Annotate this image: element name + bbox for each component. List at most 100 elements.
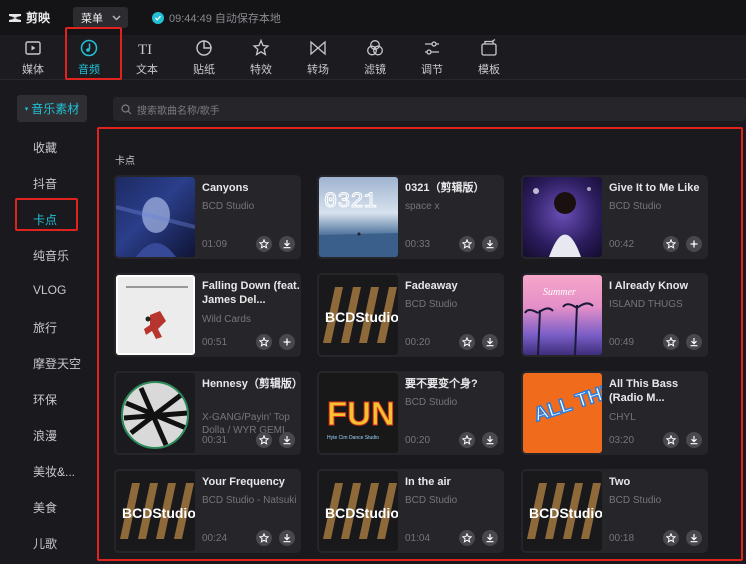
favorite-button[interactable]: [459, 530, 475, 546]
sidebar-item-eco[interactable]: 环保: [33, 391, 57, 408]
capcut-logo-icon: [9, 13, 21, 22]
tab-template[interactable]: 模板: [467, 38, 511, 78]
tab-label: 转场: [307, 64, 329, 76]
menu-label: 菜单: [81, 12, 103, 25]
sidebar-item-douyin[interactable]: 抖音: [33, 175, 57, 192]
favorite-button[interactable]: [459, 432, 475, 448]
album-cover: FUN Hyte Cim Dance Studio: [319, 373, 398, 453]
track-card[interactable]: Hennesy（剪辑版） X-GANG/Payin' Top Dolla / W…: [114, 371, 301, 455]
track-artist: BCD Studio: [609, 201, 662, 212]
template-icon: [481, 38, 497, 56]
download-button[interactable]: [482, 432, 498, 448]
download-button[interactable]: [279, 432, 295, 448]
download-button[interactable]: [482, 334, 498, 350]
track-duration: 00:24: [202, 533, 228, 544]
app-name: 剪映: [26, 11, 51, 25]
download-icon: [283, 436, 291, 445]
sidebar-item-kids[interactable]: 儿歌: [33, 535, 57, 552]
svg-text:TI: TI: [138, 42, 152, 58]
sidebar-item-romance[interactable]: 浪漫: [33, 427, 57, 444]
tab-text[interactable]: TI 文本: [125, 38, 169, 78]
tab-label: 模板: [478, 64, 500, 76]
tab-transition[interactable]: 转场: [296, 38, 340, 78]
tab-adjust[interactable]: 调节: [410, 38, 454, 78]
sidebar-item-beauty[interactable]: 美妆&...: [33, 463, 75, 480]
tab-label: 滤镜: [364, 64, 386, 76]
sticker-icon: [196, 40, 212, 56]
sidebar-item-travel[interactable]: 旅行: [33, 319, 57, 336]
track-duration: 00:20: [405, 435, 431, 446]
album-cover: BCDStudio: [319, 275, 398, 355]
favorite-button[interactable]: [663, 432, 679, 448]
album-cover: [523, 177, 602, 257]
add-button[interactable]: [279, 334, 295, 350]
download-button[interactable]: [482, 530, 498, 546]
star-icon: [462, 239, 472, 249]
track-artist: BCD Studio: [405, 495, 458, 506]
track-card[interactable]: Give It to Me Like BCD Studio 00:42: [521, 175, 708, 259]
download-button[interactable]: [482, 236, 498, 252]
track-card[interactable]: 0321 0321（剪辑版） space x 00:33: [317, 175, 504, 259]
plus-icon: [283, 338, 291, 346]
track-artist: Wild Cards: [202, 314, 251, 325]
bcd-logo-text: BCDStudio: [325, 505, 398, 521]
download-icon: [486, 436, 494, 445]
track-card[interactable]: FUN Hyte Cim Dance Studio 要不要变个身? BCD Stu…: [317, 371, 504, 455]
favorite-button[interactable]: [256, 530, 272, 546]
star-icon: [259, 337, 269, 347]
search-input[interactable]: 搜索歌曲名称/歌手: [113, 97, 746, 121]
beat-sync-highlight: [15, 198, 78, 231]
favorite-button[interactable]: [256, 432, 272, 448]
tab-media[interactable]: 媒体: [11, 38, 55, 78]
star-icon: [462, 337, 472, 347]
music-library-header[interactable]: ▾ 音乐素材: [17, 95, 87, 122]
download-button[interactable]: [686, 432, 702, 448]
app-logo: 剪映: [8, 9, 50, 26]
track-duration: 00:18: [609, 533, 635, 544]
sidebar-item-vlog[interactable]: VLOG: [33, 283, 66, 297]
sidebar-item-pure-music[interactable]: 纯音乐: [33, 247, 69, 264]
track-title: Give It to Me Like: [609, 182, 700, 194]
track-card[interactable]: BCDStudio In the air BCD Studio 01:04: [317, 469, 504, 553]
download-button[interactable]: [279, 530, 295, 546]
favorite-button[interactable]: [663, 236, 679, 252]
star-icon: [462, 435, 472, 445]
track-card[interactable]: BCDStudio Two BCD Studio 00:18: [521, 469, 708, 553]
menu-dropdown[interactable]: 菜单: [73, 7, 128, 28]
track-card[interactable]: ALL THIS BASS All This Bass (Radio M... …: [521, 371, 708, 455]
download-button[interactable]: [686, 334, 702, 350]
cover-text: ALL THIS BASS: [531, 373, 602, 426]
track-artist: BCD Studio: [405, 397, 458, 408]
search-placeholder: 搜索歌曲名称/歌手: [137, 105, 220, 117]
download-button[interactable]: [279, 236, 295, 252]
audio-tab-highlight: [65, 27, 122, 80]
effects-icon: [252, 38, 270, 56]
track-duration: 00:20: [405, 337, 431, 348]
track-title: 0321（剪辑版）: [405, 182, 485, 194]
track-card[interactable]: BCDStudio Your Frequency BCD Studio - Na…: [114, 469, 301, 553]
sidebar-item-favorites[interactable]: 收藏: [33, 139, 57, 156]
download-icon: [283, 240, 291, 249]
tab-effects[interactable]: 特效: [239, 38, 283, 78]
favorite-button[interactable]: [663, 334, 679, 350]
track-duration: 03:20: [609, 435, 635, 446]
favorite-button[interactable]: [459, 236, 475, 252]
track-duration: 00:51: [202, 337, 228, 348]
track-card[interactable]: Canyons BCD Studio 01:09: [114, 175, 301, 259]
track-card[interactable]: Falling Down (feat. James Del... Wild Ca…: [114, 273, 301, 357]
album-cover: BCDStudio: [116, 471, 195, 551]
track-card[interactable]: BCDStudio Fadeaway BCD Studio 00:20: [317, 273, 504, 357]
add-button[interactable]: [686, 236, 702, 252]
text-icon: TI: [138, 42, 152, 58]
favorite-button[interactable]: [256, 236, 272, 252]
sidebar-item-food[interactable]: 美食: [33, 499, 57, 516]
sidebar-item-modern-sky[interactable]: 摩登天空: [33, 355, 81, 372]
favorite-button[interactable]: [256, 334, 272, 350]
plus-icon: [690, 240, 698, 248]
tab-filter[interactable]: 滤镜: [353, 38, 397, 78]
download-button[interactable]: [686, 530, 702, 546]
favorite-button[interactable]: [663, 530, 679, 546]
track-card[interactable]: Summer I Already Know ISLAND THUGS 00:49: [521, 273, 708, 357]
favorite-button[interactable]: [459, 334, 475, 350]
tab-sticker[interactable]: 贴纸: [182, 38, 226, 78]
